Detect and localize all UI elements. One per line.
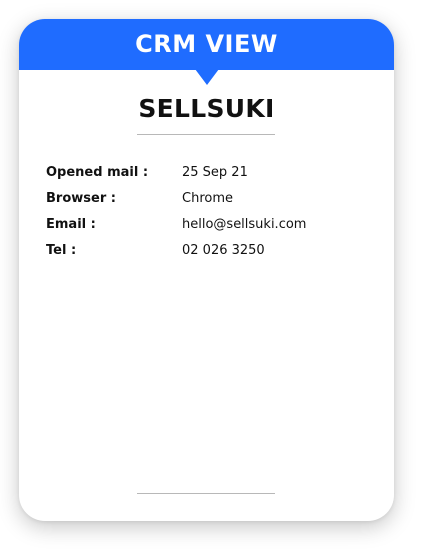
detail-label: Tel :	[46, 242, 77, 258]
detail-value: hello@sellsuki.com	[182, 216, 307, 232]
crm-card: CRM VIEW SELLSUKI Opened mail : 25 Sep 2…	[19, 19, 394, 521]
detail-label: Opened mail :	[46, 164, 149, 180]
detail-value: 02 026 3250	[182, 242, 265, 258]
header-title: CRM VIEW	[135, 30, 278, 58]
card-header: CRM VIEW	[19, 19, 394, 70]
detail-row-email: Email : hello@sellsuki.com	[46, 211, 376, 237]
detail-value: 25 Sep 21	[182, 164, 248, 180]
detail-row-opened-mail: Opened mail : 25 Sep 21	[46, 159, 376, 185]
detail-row-tel: Tel : 02 026 3250	[46, 237, 376, 263]
bottom-divider	[137, 493, 275, 494]
header-pointer	[195, 69, 219, 85]
brand-name: SELLSUKI	[138, 94, 275, 123]
detail-label: Browser :	[46, 190, 116, 206]
top-divider	[137, 134, 275, 135]
detail-row-browser: Browser : Chrome	[46, 185, 376, 211]
detail-value: Chrome	[182, 190, 233, 206]
details-list: Opened mail : 25 Sep 21 Browser : Chrome…	[46, 159, 376, 263]
detail-label: Email :	[46, 216, 96, 232]
